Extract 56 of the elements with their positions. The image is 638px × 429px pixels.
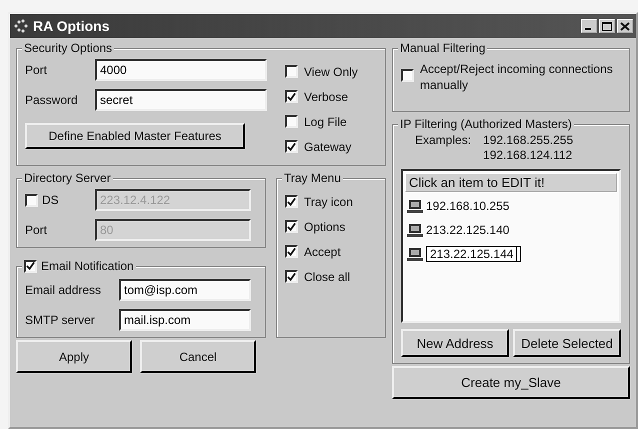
field-label: Email address xyxy=(25,283,102,297)
dialog-button[interactable]: Cancel xyxy=(140,340,256,373)
dialog-button[interactable]: Apply xyxy=(16,340,132,373)
field-label: Password xyxy=(25,93,79,107)
computer-icon xyxy=(407,198,423,214)
computer-icon xyxy=(407,222,423,238)
checkbox-label: Gateway xyxy=(304,140,352,154)
list-button[interactable]: New Address xyxy=(401,329,509,357)
checkbox-label: Accept xyxy=(304,244,341,258)
checkbox-label: Tray icon xyxy=(304,194,353,208)
checkbox-label: Accept/Reject incoming connections manually xyxy=(420,61,614,93)
app-icon xyxy=(13,19,29,33)
checkbox[interactable] xyxy=(24,260,37,272)
checkbox-label: Log File xyxy=(304,114,347,128)
checkbox-label: Verbose xyxy=(304,90,348,104)
checkbox[interactable] xyxy=(285,245,298,258)
list-item[interactable]: 213.22.125.140 xyxy=(426,223,510,237)
group-title: IP Filtering (Authorized Masters) xyxy=(400,116,572,132)
window-title: RA Options xyxy=(33,18,110,34)
password-field[interactable]: secret xyxy=(95,89,267,111)
checkbox-label: Options xyxy=(304,220,346,234)
example-address: 192.168.124.112 xyxy=(483,148,574,163)
field-label: SMTP server xyxy=(25,313,96,327)
checkbox-label: Close all xyxy=(304,270,350,284)
create-slave-button[interactable]: Create my_Slave xyxy=(392,366,630,399)
field-label: Port xyxy=(25,63,48,77)
checkbox[interactable] xyxy=(401,69,414,82)
checkbox[interactable] xyxy=(285,140,298,153)
list-header[interactable]: Click an item to EDIT it! xyxy=(405,173,617,192)
checkbox[interactable] xyxy=(285,90,298,103)
example-address: 192.168.255.255 xyxy=(483,133,574,148)
group-title: Manual Filtering xyxy=(400,40,486,56)
computer-icon xyxy=(407,246,423,262)
group-title: Directory Server xyxy=(24,170,111,186)
edit-field[interactable]: 213.22.125.144 xyxy=(426,246,522,262)
checkbox-label: View Only xyxy=(304,64,358,78)
field-label: Port xyxy=(25,223,48,237)
list-button[interactable]: Delete Selected xyxy=(513,329,621,357)
examples-label: Examples: xyxy=(415,133,472,149)
checkbox[interactable] xyxy=(285,220,298,233)
close-icon[interactable] xyxy=(617,19,633,33)
maximize-icon[interactable] xyxy=(599,19,615,33)
minimize-icon[interactable] xyxy=(581,19,597,33)
checkbox[interactable] xyxy=(285,65,298,78)
list-item[interactable]: 192.168.10.255 xyxy=(426,199,510,213)
checkbox-label: DS xyxy=(42,193,59,207)
checkbox-label: Email Notification xyxy=(41,258,134,274)
define-features-button[interactable]: Define Enabled Master Features xyxy=(25,123,245,149)
email-field[interactable]: tom@isp.com xyxy=(119,279,251,301)
checkbox[interactable] xyxy=(285,270,298,283)
smtp-field[interactable]: mail.isp.com xyxy=(119,309,251,331)
checkbox[interactable] xyxy=(285,195,298,208)
group-title: Security Options xyxy=(24,40,112,56)
group-title: Tray Menu xyxy=(284,170,341,186)
checkbox[interactable] xyxy=(285,115,298,128)
port-field[interactable]: 4000 xyxy=(95,59,267,81)
